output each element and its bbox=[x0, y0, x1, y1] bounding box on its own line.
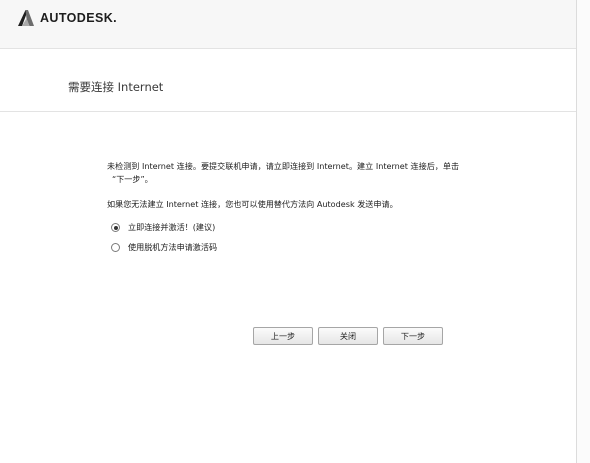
option-connect-activate[interactable]: 立即连接并激活！(建议) bbox=[111, 221, 217, 234]
title-band: 需要连接 Internet bbox=[0, 49, 576, 112]
message-line-1: 未检测到 Internet 连接。要提交联机申请，请立即连接到 Internet… bbox=[107, 161, 460, 171]
option-offline-request[interactable]: 使用脱机方法申请激活码 bbox=[111, 241, 217, 254]
option-label: 使用脱机方法申请激活码 bbox=[128, 242, 218, 252]
no-internet-message: 未检测到 Internet 连接。要提交联机申请，请立即连接到 Internet… bbox=[107, 160, 467, 186]
radio-unselected-icon[interactable] bbox=[111, 243, 120, 252]
activation-options: 立即连接并激活！(建议) 使用脱机方法申请激活码 bbox=[111, 221, 217, 261]
close-button[interactable]: 关闭 bbox=[318, 327, 378, 345]
next-button[interactable]: 下一步 bbox=[383, 327, 443, 345]
brand-name: AUTODESK. bbox=[40, 11, 117, 25]
alternative-method-message: 如果您无法建立 Internet 连接，您也可以使用替代方法向 Autodesk… bbox=[107, 199, 398, 209]
page-title: 需要连接 Internet bbox=[68, 80, 164, 94]
message-area: 未检测到 Internet 连接。要提交联机申请，请立即连接到 Internet… bbox=[107, 160, 467, 211]
window-side-strip bbox=[577, 0, 590, 463]
app-header: AUTODESK. bbox=[0, 0, 576, 49]
autodesk-logo-icon bbox=[18, 10, 34, 26]
radio-selected-icon[interactable] bbox=[111, 223, 120, 232]
message-line-2: “下一步”。 bbox=[112, 174, 153, 184]
button-bar: 上一步 关闭 下一步 bbox=[253, 327, 443, 345]
option-label: 立即连接并激活！(建议) bbox=[128, 222, 216, 232]
autodesk-logo: AUTODESK. bbox=[17, 8, 117, 28]
back-button[interactable]: 上一步 bbox=[253, 327, 313, 345]
